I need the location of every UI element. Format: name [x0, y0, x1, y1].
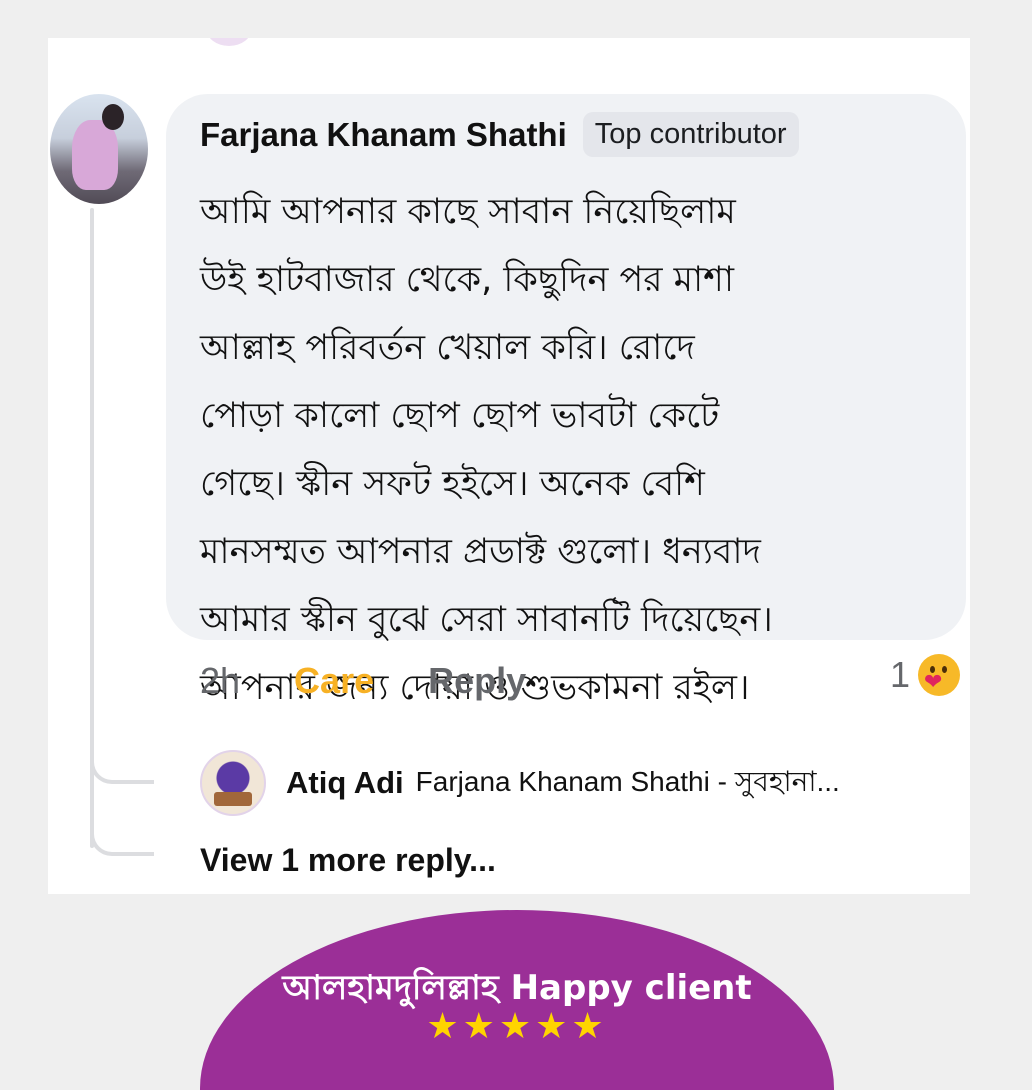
- reply-author-name[interactable]: Atiq Adi: [286, 765, 404, 801]
- comment-actions: 2h Care Reply: [200, 660, 526, 702]
- reply-author-avatar[interactable]: [200, 750, 266, 816]
- comment-timestamp[interactable]: 2h: [200, 660, 240, 702]
- avatar-figure: [72, 120, 118, 190]
- emoji-eye: [942, 666, 948, 673]
- thread-branch: [90, 750, 154, 784]
- rating-stars: ★★★★★: [426, 1006, 608, 1047]
- care-emoji-icon: ❤: [918, 654, 961, 696]
- reply-preview[interactable]: Atiq Adi Farjana Khanam Shathi - সুবহানা…: [200, 750, 840, 816]
- comment-line: আমি আপনার কাছে সাবান নিয়েছিলাম: [200, 192, 736, 232]
- care-reaction-button[interactable]: Care: [294, 660, 374, 702]
- comment-line: মানসম্মত আপনার প্রডাক্ট গুলো। ধন্যবাদ: [200, 532, 761, 572]
- comment-line: আমার স্কীন বুঝে সেরা সাবানটি দিয়েছেন।: [200, 600, 773, 640]
- avatar-box: [214, 792, 252, 806]
- previous-avatar-fragment: [206, 38, 252, 46]
- comment-line: আল্লাহ পরিবর্তন খেয়াল করি। রোদে: [200, 328, 695, 368]
- view-more-replies-link[interactable]: View 1 more reply...: [200, 842, 496, 879]
- comment-line: গেছে। স্কীন সফট হইসে। অনেক বেশি: [200, 464, 705, 504]
- heart-icon: ❤: [924, 670, 943, 695]
- comment-header: Farjana Khanam Shathi Top contributor: [200, 112, 799, 157]
- comment-line: উই হাটবাজার থেকে, কিছুদিন পর মাশা: [200, 260, 735, 300]
- comment-line: পোড়া কালো ছোপ ছোপ ভাবটা কেটে: [200, 396, 720, 436]
- happy-client-banner: আলহামদুলিল্লাহ Happy client ★★★★★: [200, 910, 834, 1090]
- comment-bubble: Farjana Khanam Shathi Top contributor আম…: [166, 94, 966, 708]
- reaction-count: 1: [890, 654, 911, 695]
- top-contributor-badge: Top contributor: [582, 112, 799, 157]
- commenter-name[interactable]: Farjana Khanam Shathi: [200, 116, 567, 154]
- comment-card: Farjana Khanam Shathi Top contributor আম…: [48, 38, 970, 894]
- reaction-summary[interactable]: 1 ❤: [890, 654, 961, 696]
- commenter-avatar[interactable]: [50, 94, 148, 204]
- avatar-head: [102, 104, 124, 130]
- reply-preview-text: Farjana Khanam Shathi - সুবহানা...: [415, 765, 840, 797]
- thread-branch: [90, 822, 154, 856]
- reply-button[interactable]: Reply: [428, 660, 526, 702]
- comment-text: আমি আপনার কাছে সাবান নিয়েছিলাম উই হাটবা…: [200, 178, 950, 722]
